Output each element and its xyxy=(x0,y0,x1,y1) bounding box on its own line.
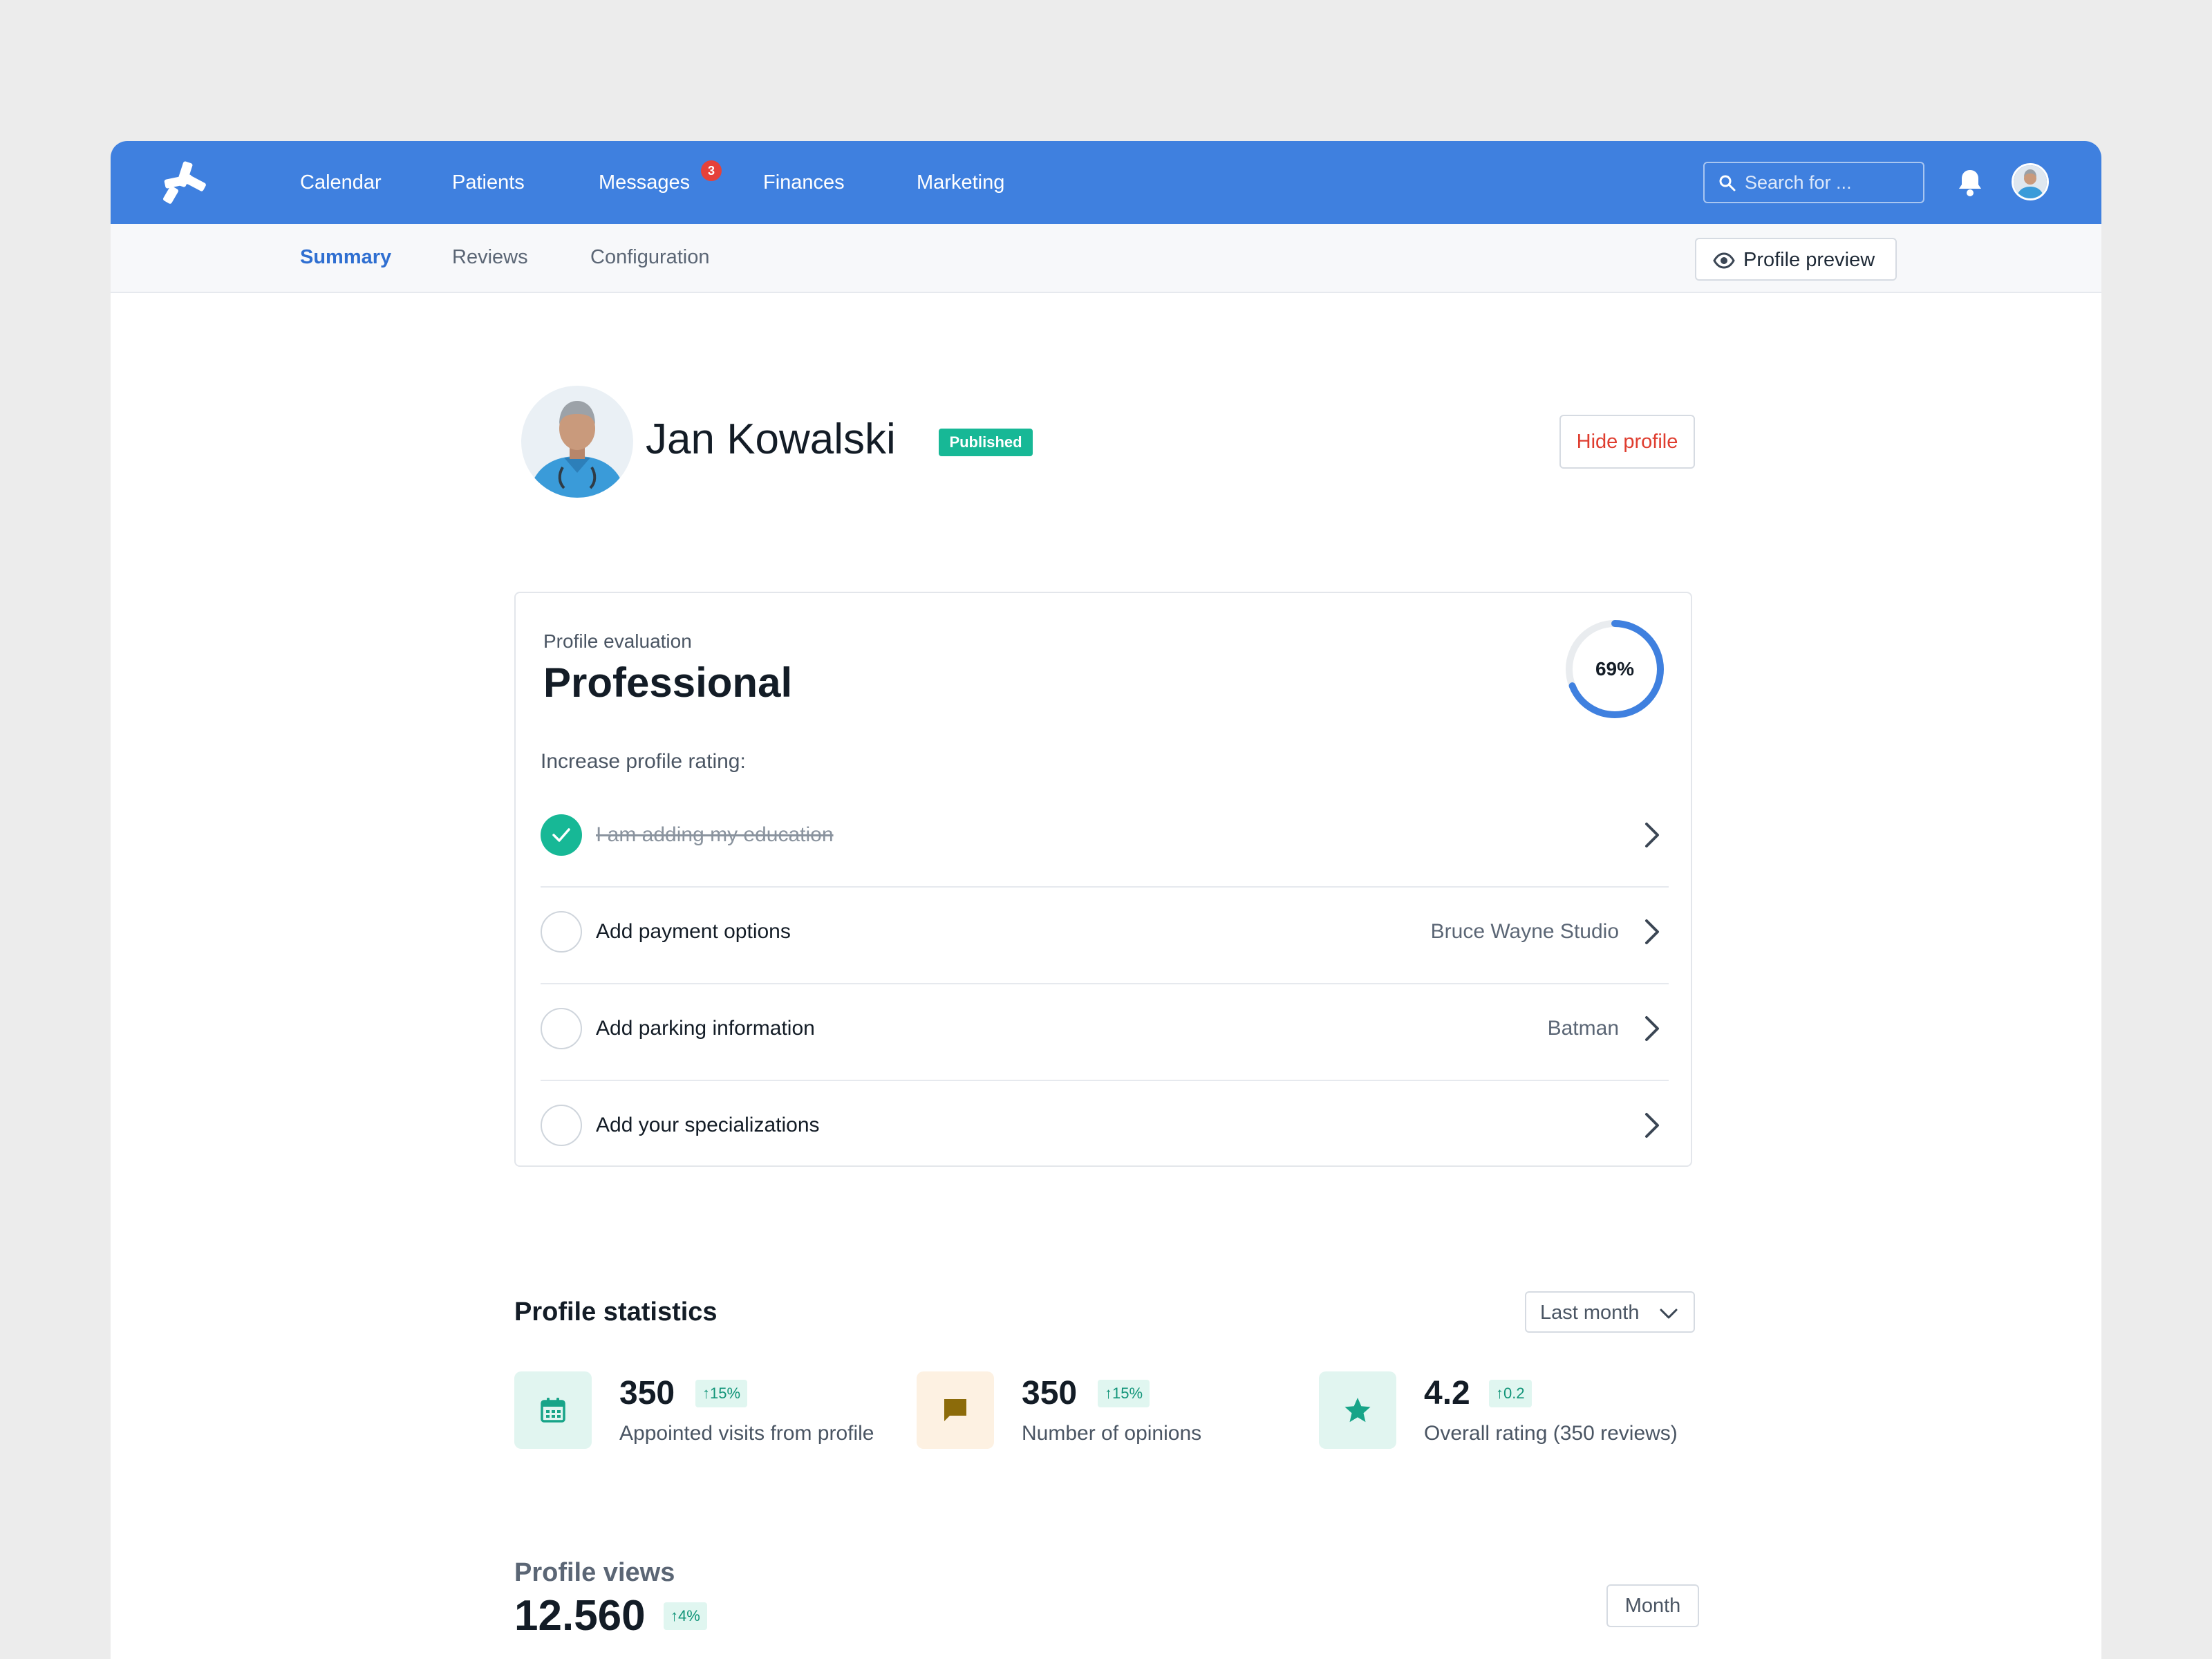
stat-icon-tile xyxy=(514,1371,592,1449)
hide-profile-button[interactable]: Hide profile xyxy=(1559,415,1695,469)
increase-rating-label: Increase profile rating: xyxy=(541,750,746,773)
nav-messages[interactable]: Messages xyxy=(599,167,690,198)
comment-icon xyxy=(944,1399,966,1421)
profile-photo xyxy=(521,386,633,498)
chevron-right-icon[interactable] xyxy=(1644,821,1660,849)
task-checkbox[interactable] xyxy=(541,1105,582,1146)
search-box[interactable] xyxy=(1703,162,1924,203)
task-value: Bruce Wayne Studio xyxy=(1430,920,1619,943)
views-title: Profile views xyxy=(514,1558,675,1587)
stat-value: 4.2 xyxy=(1424,1375,1470,1412)
stat-opinions: 350 ↑15% Number of opinions xyxy=(917,1371,1304,1454)
profile-evaluation-card: Profile evaluation Professional 69% Incr… xyxy=(514,592,1692,1167)
stat-change-badge: ↑0.2 xyxy=(1489,1380,1532,1407)
task-label: Add parking information xyxy=(596,1017,815,1040)
search-input[interactable] xyxy=(1745,169,1918,196)
nav-marketing[interactable]: Marketing xyxy=(917,167,1004,198)
status-badge: Published xyxy=(939,429,1033,456)
progress-percent: 69% xyxy=(1595,658,1635,679)
profile-preview-button[interactable]: Profile preview xyxy=(1695,238,1897,281)
doctor-portrait-icon xyxy=(521,386,633,498)
calendar-icon xyxy=(541,1398,565,1423)
task-label: Add your specializations xyxy=(596,1114,820,1136)
views-period-button[interactable]: Month xyxy=(1606,1584,1699,1627)
chevron-down-icon xyxy=(1660,1309,1678,1319)
stat-change-badge: ↑15% xyxy=(695,1380,748,1407)
eye-icon xyxy=(1713,252,1735,269)
tab-configuration[interactable]: Configuration xyxy=(590,242,710,272)
nav-finances[interactable]: Finances xyxy=(763,167,845,198)
top-navigation-bar: Calendar Patients Messages 3 Finances Ma… xyxy=(111,141,2101,224)
nav-patients[interactable]: Patients xyxy=(452,167,525,198)
views-value: 12.560 xyxy=(514,1592,646,1640)
profile-name: Jan Kowalski xyxy=(646,415,896,463)
app-window: Calendar Patients Messages 3 Finances Ma… xyxy=(111,141,2101,1659)
evaluation-title: Professional xyxy=(543,659,793,706)
logo-icon[interactable] xyxy=(162,160,209,205)
messages-unread-badge: 3 xyxy=(701,160,722,181)
evaluation-label: Profile evaluation xyxy=(543,630,692,652)
stat-value: 350 xyxy=(1022,1375,1078,1412)
stat-icon-tile xyxy=(917,1371,994,1449)
period-dropdown[interactable]: Last month xyxy=(1525,1291,1695,1333)
task-label: Add payment options xyxy=(596,920,791,943)
task-checkbox[interactable] xyxy=(541,911,582,953)
task-row-education[interactable]: I am adding my education xyxy=(541,791,1669,888)
stat-change-badge: ↑15% xyxy=(1098,1380,1150,1407)
stat-value: 350 xyxy=(619,1375,675,1412)
nav-calendar[interactable]: Calendar xyxy=(300,167,382,198)
task-label: I am adding my education xyxy=(596,823,834,846)
task-row-specializations[interactable]: Add your specializations xyxy=(541,1081,1669,1178)
task-row-payment[interactable]: Add payment options Bruce Wayne Studio xyxy=(541,888,1669,984)
user-avatar[interactable] xyxy=(2012,163,2049,200)
sub-navigation-bar: Summary Reviews Configuration Profile pr… xyxy=(111,224,2101,293)
check-icon xyxy=(552,828,570,842)
stat-appointed-visits: 350 ↑15% Appointed visits from profile xyxy=(514,1371,901,1454)
stat-overall-rating: 4.2 ↑0.2 Overall rating (350 reviews) xyxy=(1319,1371,1706,1454)
bell-icon[interactable] xyxy=(1955,167,1985,198)
doctor-portrait-icon xyxy=(2014,165,2047,198)
stat-icon-tile xyxy=(1319,1371,1396,1449)
tab-summary[interactable]: Summary xyxy=(300,242,391,272)
task-row-parking[interactable]: Add parking information Batman xyxy=(541,984,1669,1081)
task-value: Batman xyxy=(1547,1017,1619,1040)
statistics-title: Profile statistics xyxy=(514,1297,718,1327)
task-checkbox-checked[interactable] xyxy=(541,814,582,856)
stat-label: Overall rating (350 reviews) xyxy=(1424,1422,1678,1445)
chevron-right-icon[interactable] xyxy=(1644,1112,1660,1139)
tab-reviews[interactable]: Reviews xyxy=(452,242,528,272)
search-icon xyxy=(1719,175,1736,191)
chevron-right-icon[interactable] xyxy=(1644,918,1660,946)
views-change-badge: ↑4% xyxy=(664,1602,707,1630)
task-checkbox[interactable] xyxy=(541,1008,582,1049)
star-icon xyxy=(1344,1398,1371,1423)
stat-label: Number of opinions xyxy=(1022,1422,1202,1445)
period-dropdown-value: Last month xyxy=(1540,1302,1640,1324)
profile-preview-label: Profile preview xyxy=(1743,249,1875,271)
chevron-right-icon[interactable] xyxy=(1644,1015,1660,1042)
stat-label: Appointed visits from profile xyxy=(619,1422,874,1445)
